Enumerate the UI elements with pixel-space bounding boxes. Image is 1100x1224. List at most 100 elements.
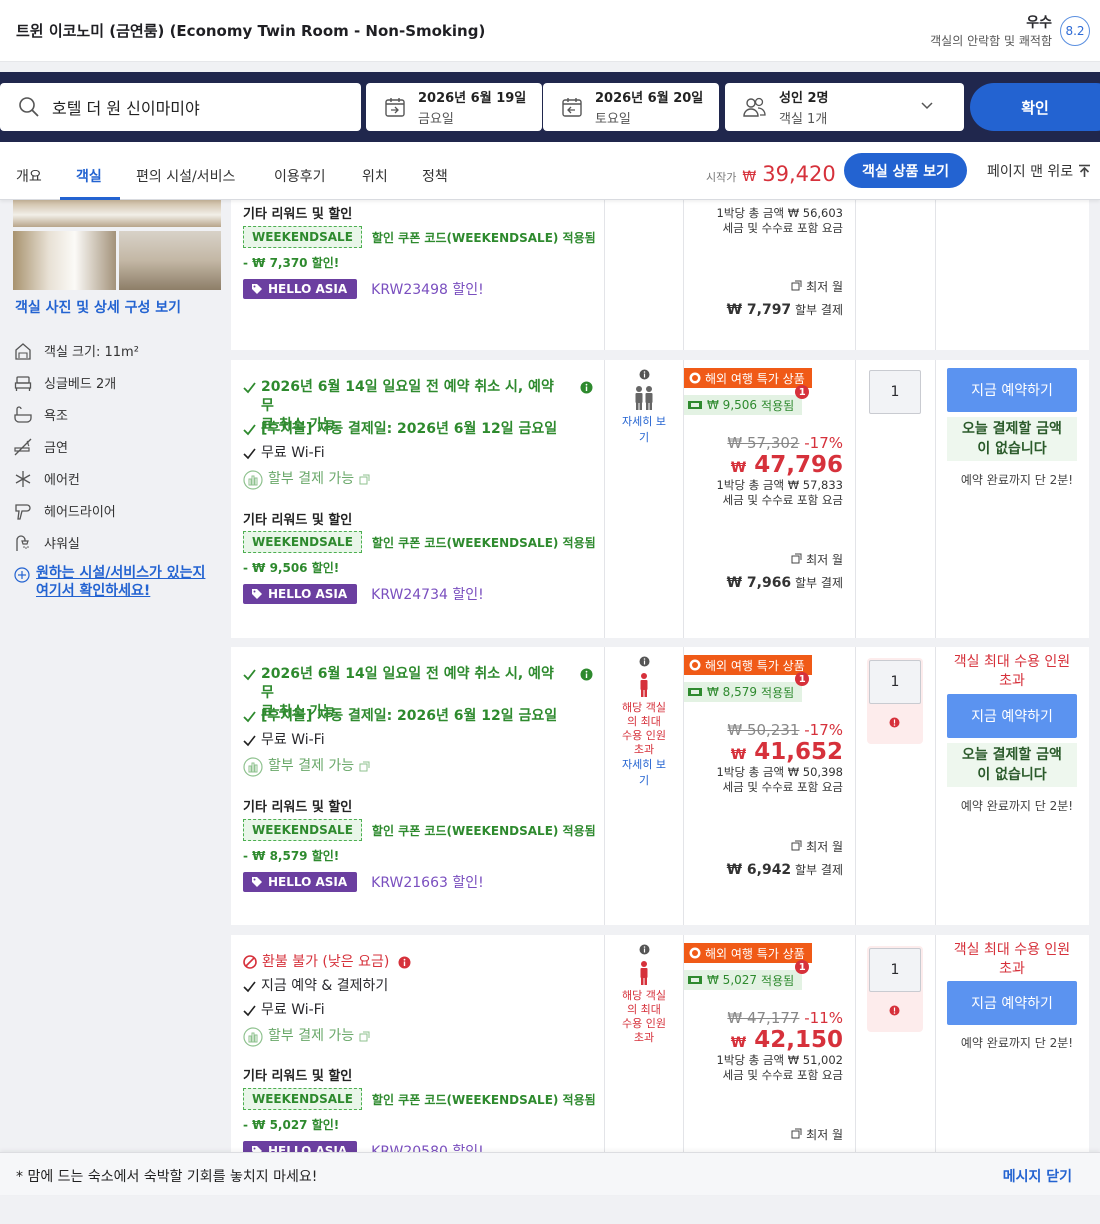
page-bottom-strip bbox=[0, 1195, 1100, 1224]
guests-selector[interactable]: 성인 2명 객실 1개 bbox=[725, 83, 964, 131]
wifi-line: 무료 Wi-Fi bbox=[243, 1001, 325, 1020]
per-night-value: ₩ 57,833 bbox=[787, 478, 843, 492]
active-tab-indicator bbox=[60, 197, 120, 200]
over-cap-3: 수용 인원 bbox=[622, 1017, 666, 1030]
room-photo-main[interactable] bbox=[13, 200, 221, 227]
details-text-2: 기 bbox=[638, 431, 650, 444]
room-quantity-select[interactable]: 1 bbox=[869, 948, 921, 992]
applied-discount-badge: ₩ 9,506 적용됨 1 bbox=[684, 385, 810, 415]
coupon-row: WEEKENDSALE 할인 쿠폰 코드(WEEKENDSALE) 적용됨 bbox=[243, 531, 596, 553]
final-price-currency: ₩ bbox=[730, 1035, 747, 1051]
installment-row: ₩ 7,966 할부 결제 bbox=[684, 574, 843, 591]
info-icon[interactable] bbox=[639, 944, 650, 955]
checkin-date-value: 2026년 6월 19일 bbox=[418, 91, 527, 106]
close-message-button[interactable]: 메시지 닫기 bbox=[1003, 1166, 1072, 1186]
min-month-row: 최저 월 bbox=[684, 278, 843, 295]
tab-location[interactable]: 위치 bbox=[362, 166, 388, 186]
alert-icon bbox=[889, 1005, 900, 1016]
external-link-icon bbox=[791, 840, 802, 851]
info-icon[interactable] bbox=[580, 381, 593, 394]
final-price-value: 47,796 bbox=[754, 452, 843, 478]
no-smoking-icon bbox=[14, 438, 32, 455]
shower-icon bbox=[16, 534, 29, 551]
ticket-icon bbox=[688, 688, 702, 696]
amenity-label: 샤워실 bbox=[44, 537, 80, 552]
booking-time-note: 예약 완료까지 단 2분! bbox=[960, 799, 1074, 813]
min-month-row: 최저 월 bbox=[684, 1126, 843, 1143]
amenity-beds: 싱글베드 2개 bbox=[14, 373, 116, 392]
occupancy-details-link[interactable]: 자세히 보기 bbox=[605, 757, 683, 789]
search-confirm-button[interactable]: 확인 bbox=[970, 83, 1100, 131]
room-details-link[interactable]: 객실 사진 및 상세 구성 보기 bbox=[15, 297, 181, 317]
occupancy-column: 해당 객실 의 최대 수용 인원 초과 자세히 보기 bbox=[605, 656, 683, 789]
external-link-icon bbox=[791, 280, 802, 291]
tab-policy[interactable]: 정책 bbox=[422, 166, 448, 186]
info-icon[interactable] bbox=[580, 668, 593, 681]
per-night-value: ₩ 51,002 bbox=[787, 1053, 843, 1067]
room-offer-card: 기타 리워드 및 할인 WEEKENDSALE 할인 쿠폰 코드(WEEKEND… bbox=[231, 200, 1089, 350]
coupon-applied-text: 할인 쿠폰 코드(WEEKENDSALE) 적용됨 bbox=[371, 535, 596, 550]
room-rating: 우수 객실의 안락함 및 쾌적함 8.2 bbox=[930, 12, 1090, 49]
applied-discount-badge: ₩ 5,027 적용됨 1 bbox=[684, 960, 810, 990]
section-tabs: 개요 객실 편의 시설/서비스 이용후기 위치 정책 시작가 ₩ 39,420 … bbox=[0, 142, 1100, 200]
checkmark-icon bbox=[243, 382, 256, 394]
book-now-button[interactable]: 지금 예약하기 bbox=[947, 368, 1077, 412]
tab-overview[interactable]: 개요 bbox=[16, 166, 42, 186]
price-column: 1박당 총 금액 ₩ 56,603 세금 및 수수료 포함 요금 최저 월 ₩ … bbox=[684, 206, 855, 318]
installment-available-line[interactable]: 할부 결제 가능 bbox=[243, 470, 370, 490]
applied-suffix: 적용됨 bbox=[761, 398, 795, 413]
tab-rooms[interactable]: 객실 bbox=[76, 166, 102, 186]
room-quantity-select[interactable]: 1 bbox=[869, 660, 921, 704]
occupancy-details-link[interactable]: 자세히 보기 bbox=[605, 414, 683, 446]
info-icon[interactable] bbox=[639, 656, 650, 667]
pay-later-line: [후지불] 자동 결제일: 2026년 6월 12일 금요일 bbox=[243, 420, 557, 439]
per-night-total: 1박당 총 금액 ₩ 51,002 bbox=[684, 1053, 843, 1068]
search-icon bbox=[19, 97, 39, 117]
discount-percent: -17% bbox=[804, 434, 843, 452]
start-price-value: 39,420 bbox=[762, 162, 836, 186]
bathtub-icon bbox=[14, 405, 32, 423]
original-price-row: ₩ 50,231 -17% bbox=[684, 721, 843, 739]
checkin-date[interactable]: 2026년 6월 19일 금요일 bbox=[366, 83, 542, 131]
non-refundable-line: 환불 불가 (낮은 요금) bbox=[243, 953, 411, 972]
room-photo-bedroom[interactable] bbox=[13, 231, 116, 290]
destination-input[interactable]: 호텔 더 원 신이마미야 bbox=[0, 83, 361, 131]
coupon-applied-text: 할인 쿠폰 코드(WEEKENDSALE) 적용됨 bbox=[371, 230, 596, 245]
prohibited-icon bbox=[243, 955, 257, 969]
reward-discount: - ₩ 7,370 할인! bbox=[243, 256, 340, 270]
per-night-label: 1박당 총 금액 bbox=[716, 1053, 785, 1067]
per-night-label: 1박당 총 금액 bbox=[716, 206, 785, 220]
room-photo-bathroom[interactable] bbox=[119, 231, 221, 290]
applied-discount-badge: ₩ 8,579 적용됨 1 bbox=[684, 672, 810, 702]
installment-available-line[interactable]: 할부 결제 가능 bbox=[243, 1027, 370, 1047]
view-offers-button[interactable]: 객실 상품 보기 bbox=[844, 153, 967, 188]
travel-deal-badge: 해외 여행 특가 상품 bbox=[684, 655, 812, 675]
info-icon[interactable] bbox=[639, 369, 650, 380]
free-cancel-text-1: 2026년 6월 14일 일요일 전 예약 취소 시, 예약 무 bbox=[261, 666, 554, 701]
per-night-total: 1박당 총 금액 ₩ 57,833 bbox=[684, 478, 843, 493]
no-payment-today: 오늘 결제할 금액 이 없습니다 bbox=[947, 743, 1077, 787]
external-link-icon bbox=[359, 474, 370, 485]
book-now-button[interactable]: 지금 예약하기 bbox=[947, 981, 1077, 1025]
hello-asia-label: HELLO ASIA bbox=[268, 587, 348, 601]
original-price: ₩ 47,177 bbox=[727, 1009, 800, 1027]
price-column: 해외 여행 특가 상품 ₩ 8,579 적용됨 1 ₩ 50,231 -17% ₩… bbox=[684, 655, 855, 878]
promo-code: KRW23498 할인! bbox=[371, 279, 484, 299]
room-quantity-select[interactable]: 1 bbox=[869, 370, 921, 414]
book-now-button[interactable]: 지금 예약하기 bbox=[947, 694, 1077, 738]
final-price-value: 41,652 bbox=[754, 739, 843, 765]
checkout-date[interactable]: 2026년 6월 20일 토요일 bbox=[543, 83, 719, 131]
installment-available-line[interactable]: 할부 결제 가능 bbox=[243, 757, 370, 777]
room-offer-card: 2026년 6월 14일 일요일 전 예약 취소 시, 예약 무료 취소 가능 … bbox=[231, 647, 1089, 925]
max-cap-2: 초과 bbox=[999, 961, 1025, 977]
info-icon[interactable] bbox=[398, 956, 411, 969]
facility-check-link[interactable]: 원하는 시설/서비스가 있는지 여기서 확인하세요! bbox=[14, 564, 205, 600]
back-to-top-link[interactable]: 페이지 맨 위로 bbox=[987, 161, 1091, 181]
applied-suffix: 적용됨 bbox=[761, 973, 795, 988]
tab-reviews[interactable]: 이용후기 bbox=[274, 166, 326, 186]
amenity-shower: 샤워실 bbox=[14, 533, 80, 552]
over-cap-4: 초과 bbox=[633, 1031, 655, 1044]
min-month-label: 최저 월 bbox=[806, 553, 843, 567]
tab-facilities[interactable]: 편의 시설/서비스 bbox=[136, 166, 235, 186]
facility-link-line1: 원하는 시설/서비스가 있는지 bbox=[36, 565, 206, 581]
